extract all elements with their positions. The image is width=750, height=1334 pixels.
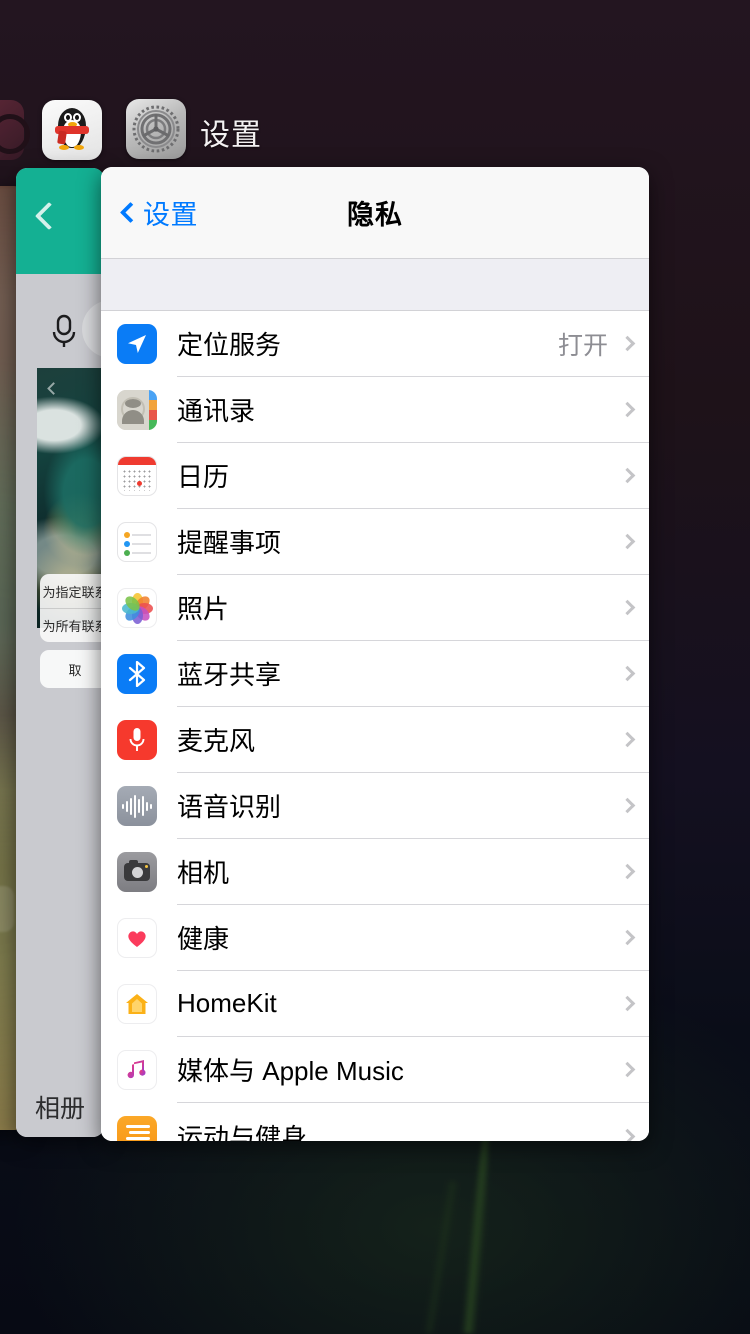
speech-recognition-icon	[117, 786, 157, 826]
list-item-label: 麦克风	[177, 726, 256, 756]
list-item[interactable]: 媒体与 Apple Music	[101, 1037, 649, 1103]
penguin-foot-left	[59, 145, 69, 150]
chevron-right-icon	[619, 1128, 636, 1141]
chevron-right-icon	[619, 665, 636, 682]
chevron-right-icon	[619, 533, 636, 550]
switcher-app-title: 设置	[200, 119, 262, 152]
list-item-label: 提醒事项	[177, 528, 282, 558]
action-sheet-option-specific-contacts[interactable]: 为指定联系	[40, 574, 104, 608]
offscreen-app-icon[interactable]	[0, 100, 30, 160]
list-item-label: 蓝牙共享	[177, 660, 282, 690]
middle-card-navbar	[16, 168, 104, 274]
list-item[interactable]: HomeKit	[101, 971, 649, 1037]
list-item[interactable]: 语音识别	[101, 773, 649, 839]
action-sheet-cancel-button[interactable]: 取	[40, 650, 104, 688]
navigation-bar: 设置 隐私	[101, 167, 649, 259]
list-item[interactable]: 运动与健身	[101, 1103, 649, 1141]
contacts-icon	[117, 390, 157, 430]
list-item[interactable]: 相机	[101, 839, 649, 905]
list-item-label: 运动与健身	[177, 1122, 308, 1142]
list-item-label: 定位服务	[177, 330, 282, 360]
reminders-icon	[117, 522, 157, 562]
list-item-label: 媒体与 Apple Music	[177, 1056, 404, 1086]
back-chevron-icon[interactable]	[34, 201, 64, 231]
penguin-foot-right	[74, 145, 84, 150]
microphone-glyph	[129, 728, 145, 751]
list-item[interactable]: 日历	[101, 443, 649, 509]
app-card-middle[interactable]: 为指定联系 为所有联系 取 相册	[16, 168, 104, 1137]
list-item[interactable]: 定位服务 打开	[101, 311, 649, 377]
chevron-right-icon	[619, 863, 636, 880]
list-item[interactable]: 麦克风	[101, 707, 649, 773]
house-glyph	[126, 994, 148, 1014]
chevron-right-icon	[619, 401, 636, 418]
middle-card-body: 为指定联系 为所有联系 取 相册	[16, 274, 104, 1137]
card-far-ghost-pill	[0, 886, 14, 932]
microphone-glyph	[52, 314, 76, 347]
action-sheet-option-all-contacts[interactable]: 为所有联系	[40, 608, 104, 642]
list-item[interactable]: 蓝牙共享	[101, 641, 649, 707]
apple-music-icon	[117, 1050, 157, 1090]
list-item[interactable]: 提醒事项	[101, 509, 649, 575]
health-icon	[117, 918, 157, 958]
list-item[interactable]: 健康	[101, 905, 649, 971]
photo-back-chevron-icon[interactable]	[47, 382, 60, 395]
chevron-right-icon	[619, 1061, 636, 1078]
calendar-icon	[117, 456, 157, 496]
list-item-label: 相机	[177, 858, 230, 888]
microphone-icon	[117, 720, 157, 760]
location-arrow-glyph	[128, 335, 146, 353]
section-gap	[101, 259, 649, 311]
list-item-value: 打开	[557, 331, 608, 360]
gear-glyph	[132, 105, 180, 153]
list-item-label: 语音识别	[177, 792, 282, 822]
list-item-label: 健康	[177, 924, 230, 954]
privacy-settings-list: 定位服务 打开 通讯录 日历 提醒事项 照片 蓝牙共享 麦克风 语音识别 相机 …	[101, 311, 649, 1141]
chevron-right-icon	[619, 797, 636, 814]
qq-app-icon[interactable]	[42, 100, 102, 160]
chevron-right-icon	[619, 335, 636, 352]
bluetooth-icon	[117, 654, 157, 694]
page-title: 隐私	[347, 200, 403, 230]
homekit-icon	[117, 984, 157, 1024]
fitness-icon	[117, 1116, 157, 1141]
chevron-right-icon	[619, 731, 636, 748]
chevron-right-icon	[619, 599, 636, 616]
microphone-icon[interactable]	[48, 312, 80, 350]
chevron-right-icon	[619, 929, 636, 946]
penguin-eye-left	[64, 113, 72, 122]
bluetooth-glyph	[128, 661, 146, 687]
app-card-settings-privacy[interactable]: 设置 隐私 定位服务 打开 通讯录 日历 提醒事项 照片 蓝牙共享 麦克风 语音…	[101, 167, 649, 1141]
camera-icon	[117, 852, 157, 892]
music-note-glyph	[127, 1060, 146, 1079]
list-item[interactable]: 通讯录	[101, 377, 649, 443]
chevron-right-icon	[619, 467, 636, 484]
penguin-eye-right	[73, 113, 81, 122]
list-item-label: 通讯录	[177, 396, 256, 426]
action-sheet-group: 为指定联系 为所有联系	[40, 574, 104, 642]
list-item-label: 日历	[177, 462, 230, 492]
list-item[interactable]: 照片	[101, 575, 649, 641]
heart-glyph	[128, 931, 146, 947]
list-item-label: HomeKit	[177, 988, 277, 1018]
chevron-right-icon	[619, 995, 636, 1012]
middle-card-tabbar: 相册	[16, 1077, 104, 1137]
location-services-icon	[117, 324, 157, 364]
settings-gear-icon[interactable]	[126, 99, 186, 159]
tab-album-label[interactable]: 相册	[35, 1089, 85, 1125]
list-item-label: 照片	[177, 594, 230, 624]
photos-icon	[117, 588, 157, 628]
